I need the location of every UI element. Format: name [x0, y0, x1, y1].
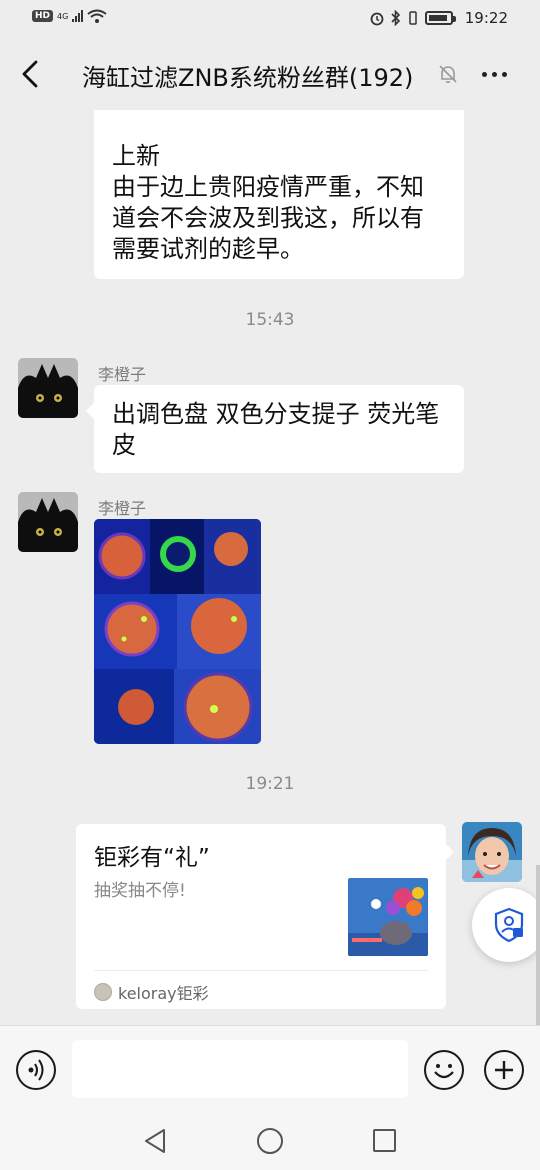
- message-text: 上新: [112, 142, 160, 170]
- voice-icon: [28, 1059, 44, 1081]
- battery-icon: [424, 11, 456, 25]
- card-divider: [94, 970, 428, 971]
- source-name: keloray钜彩: [118, 984, 209, 1003]
- timestamp: 15:43: [245, 310, 295, 330]
- status-time: 19:22: [464, 9, 508, 27]
- system-navbar: [0, 1115, 540, 1170]
- card-description: 抽奖抽不停!: [94, 881, 186, 901]
- message-text: 道会不会波及到我这，所以有: [112, 204, 424, 232]
- shield-icon: [494, 907, 524, 943]
- message-text: 需要试剂的趁早。: [112, 235, 304, 263]
- message-text: 出调色盘 双色分支提子 荧光笔: [112, 400, 440, 428]
- nav-recent-button[interactable]: [373, 1129, 396, 1152]
- plus-button[interactable]: [484, 1050, 524, 1090]
- nav-back-icon: [145, 1129, 165, 1153]
- nav-back-button[interactable]: [142, 1127, 168, 1155]
- bluetooth-icon: [391, 10, 400, 26]
- network-type: 4G: [57, 11, 69, 21]
- nav-home-button[interactable]: [257, 1128, 283, 1154]
- avatar[interactable]: [18, 358, 78, 418]
- sender-name: 李橙子: [98, 499, 147, 518]
- input-bar: [0, 1025, 540, 1115]
- message-bubble[interactable]: 上新 由于边上贵阳疫情严重，不知 道会不会波及到我这，所以有 需要试剂的趁早。: [94, 110, 464, 279]
- back-icon: [22, 60, 38, 88]
- message-bubble[interactable]: 出调色盘 双色分支提子 荧光笔 皮: [86, 385, 464, 473]
- emoji-icon: [434, 1064, 454, 1079]
- message-text: 皮: [112, 431, 136, 459]
- status-bar: HD 4G 19:22: [0, 0, 540, 38]
- source-logo-icon: [94, 983, 112, 1001]
- voice-button[interactable]: [16, 1050, 56, 1090]
- message-input[interactable]: [72, 1040, 408, 1098]
- message-text: 由于边上贵阳疫情严重，不知: [112, 173, 424, 201]
- card-source: keloray钜彩: [94, 980, 209, 1004]
- card-thumbnail: [348, 878, 428, 956]
- chat-header: 海缸过滤ZNB系统粉丝群(192): [0, 38, 540, 110]
- status-right: 19:22: [369, 9, 508, 27]
- scrollbar[interactable]: [536, 865, 540, 1025]
- chat-area[interactable]: 上新 由于边上贵阳疫情严重，不知 道会不会波及到我这，所以有 需要试剂的趁早。 …: [0, 110, 540, 1025]
- emoji-button[interactable]: [424, 1050, 464, 1090]
- mute-bell-icon: [436, 62, 460, 86]
- back-button[interactable]: [16, 56, 48, 92]
- alarm-icon: [370, 12, 384, 26]
- coral-photo[interactable]: [94, 519, 261, 744]
- more-button[interactable]: [482, 62, 514, 86]
- sender-name: 李橙子: [98, 365, 147, 384]
- signal-icon: [72, 10, 84, 22]
- chat-title: 海缸过滤ZNB系统粉丝群(192): [82, 64, 414, 92]
- my-avatar[interactable]: [462, 822, 522, 882]
- vibrate-icon: [409, 11, 417, 25]
- link-card[interactable]: 钜彩有“礼” 抽奖抽不停! keloray钜彩: [76, 824, 454, 1009]
- card-title: 钜彩有“礼”: [94, 845, 210, 871]
- plus-icon: [495, 1061, 513, 1079]
- avatar[interactable]: [18, 492, 78, 552]
- timestamp: 19:21: [245, 774, 295, 794]
- wifi-icon: [87, 9, 107, 23]
- status-left: HD 4G: [32, 9, 107, 23]
- hd-badge: HD: [32, 10, 54, 22]
- security-shield-button[interactable]: [472, 888, 540, 962]
